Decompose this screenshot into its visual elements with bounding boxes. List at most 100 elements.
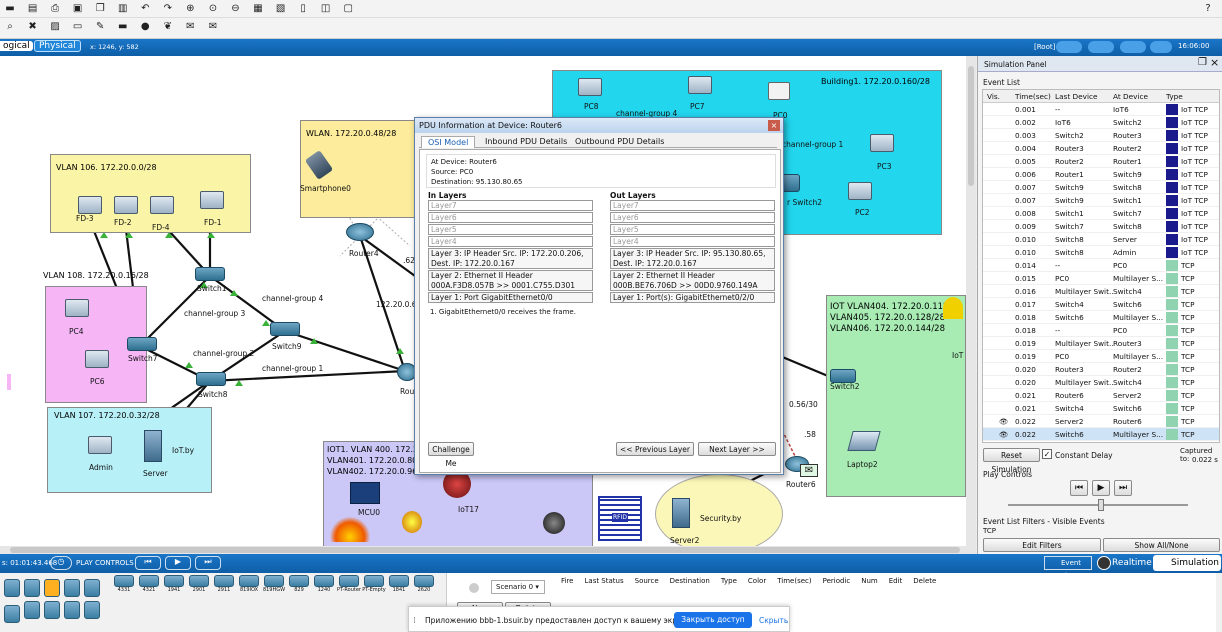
pc7-icon[interactable]: [688, 76, 712, 94]
camera-icon[interactable]: [543, 512, 565, 534]
logical-tab[interactable]: ogical: [0, 41, 33, 51]
pc4-icon[interactable]: [65, 299, 89, 317]
help-icon[interactable]: ?: [1201, 3, 1215, 15]
out-layer4[interactable]: Layer4: [610, 236, 775, 247]
event-color-swatch[interactable]: [1166, 195, 1178, 206]
custom-device-icon[interactable]: ▧: [274, 3, 288, 15]
event-color-swatch[interactable]: [1166, 429, 1178, 440]
event-row[interactable]: 0.007 Switch9 Switch1 IoT TCP: [983, 194, 1219, 207]
event-row[interactable]: 0.016 Multilayer Swit...Switch4 TCP: [983, 285, 1219, 298]
event-row[interactable]: 0.020 Router3 Router2 TCP: [983, 363, 1219, 376]
switch9-icon[interactable]: [270, 322, 300, 336]
ellipse-icon[interactable]: ●: [138, 21, 152, 33]
event-row[interactable]: 0.010 Switch8 Admin IoT TCP: [983, 246, 1219, 259]
event-row[interactable]: 0.018 Switch6 Multilayer S... TCP: [983, 311, 1219, 324]
pc2-icon[interactable]: [848, 182, 872, 200]
device-model-item[interactable]: 4331: [112, 575, 136, 593]
rfid-card-icon[interactable]: RFID: [598, 496, 642, 541]
tab-outbound-pdu[interactable]: Outbound PDU Details: [571, 136, 668, 147]
event-row[interactable]: 0.010 Switch8 Server IoT TCP: [983, 233, 1219, 246]
switch1-icon[interactable]: [195, 267, 225, 281]
set-background-button[interactable]: [1120, 41, 1146, 53]
out-layer1[interactable]: Layer 1: Port(s): GigabitEthernet0/2/0: [610, 292, 775, 303]
device-model-item[interactable]: PT-Router: [337, 575, 361, 593]
event-color-swatch[interactable]: [1166, 104, 1178, 115]
simple-pdu-icon[interactable]: ✉: [183, 21, 197, 33]
event-row[interactable]: 0.003 Switch2 Router3 IoT TCP: [983, 129, 1219, 142]
complex-pdu-icon[interactable]: ✉: [206, 21, 220, 33]
event-row[interactable]: 0.007 Switch9 Switch8 IoT TCP: [983, 181, 1219, 194]
zoom-reset-icon[interactable]: ⊙: [206, 3, 220, 15]
print-icon[interactable]: ⎙: [48, 3, 62, 15]
event-color-swatch[interactable]: [1166, 130, 1178, 141]
scenario-select[interactable]: Scenario 0 ▾: [491, 580, 545, 594]
event-row[interactable]: 0.015 PC0 Multilayer S... TCP: [983, 272, 1219, 285]
bottom-forward-button[interactable]: ⏭: [195, 556, 221, 570]
switch-category-icon[interactable]: [24, 579, 40, 597]
event-color-swatch[interactable]: [1166, 338, 1178, 349]
event-row[interactable]: 0.018 -- PC0 TCP: [983, 324, 1219, 337]
event-list-toggle[interactable]: Event List: [1044, 556, 1092, 580]
device-model-item[interactable]: 1841: [387, 575, 411, 593]
screenshot-icon[interactable]: ◫: [319, 3, 333, 15]
cluster-button[interactable]: [1056, 41, 1082, 53]
event-color-swatch[interactable]: [1166, 143, 1178, 154]
pc0-laptop-icon[interactable]: [768, 82, 790, 100]
next-layer-button[interactable]: Next Layer >>: [698, 442, 776, 456]
rectangle-icon[interactable]: ▬: [116, 21, 130, 33]
custom-category-icon[interactable]: [44, 601, 60, 619]
fd1-pc-icon[interactable]: [200, 191, 224, 209]
event-color-swatch[interactable]: [1166, 403, 1178, 414]
mcu0-icon[interactable]: [350, 482, 380, 504]
event-color-swatch[interactable]: [1166, 221, 1178, 232]
event-color-swatch[interactable]: [1166, 286, 1178, 297]
device-model-item[interactable]: PT-Empty: [362, 575, 386, 593]
restore-icon[interactable]: ❐: [1198, 57, 1207, 68]
event-color-swatch[interactable]: [1166, 208, 1178, 219]
event-color-swatch[interactable]: [1166, 351, 1178, 362]
admin-pc-icon[interactable]: [88, 436, 112, 454]
switch2r-icon[interactable]: [782, 174, 800, 192]
pencil-icon[interactable]: ✎: [93, 21, 107, 33]
device-model-item[interactable]: 4321: [137, 575, 161, 593]
out-layer3[interactable]: Layer 3: IP Header Src. IP: 95.130.80.65…: [610, 248, 775, 269]
connection-category-icon[interactable]: [44, 579, 60, 597]
device-model-item[interactable]: 1941: [162, 575, 186, 593]
palette-icon[interactable]: ▦: [251, 3, 265, 15]
step-forward-button[interactable]: ⏭: [1114, 480, 1132, 496]
event-color-swatch[interactable]: [1166, 156, 1178, 167]
event-row[interactable]: 0.001 -- IoT6 IoT TCP: [983, 103, 1219, 116]
bottom-play-button[interactable]: ▶: [165, 556, 191, 570]
realtime-icon[interactable]: [1097, 556, 1111, 570]
play-button[interactable]: ▶: [1092, 480, 1110, 496]
event-row[interactable]: 0.019 Multilayer Swit...Router3 TCP: [983, 337, 1219, 350]
device-model-item[interactable]: 2911: [212, 575, 236, 593]
inspect-icon[interactable]: ▨: [48, 21, 62, 33]
pc8-icon[interactable]: [578, 78, 602, 96]
copy-icon[interactable]: ❐: [93, 3, 107, 15]
event-color-swatch[interactable]: [1166, 299, 1178, 310]
event-row[interactable]: 0.021 Switch4 Switch6 TCP: [983, 402, 1219, 415]
event-row[interactable]: 👁 0.022 Server2 Router6 TCP: [983, 415, 1219, 428]
simulation-tab[interactable]: Simulation: [1153, 555, 1221, 571]
viewport-button[interactable]: [1150, 41, 1172, 53]
drag-handle-icon[interactable]: ⁞: [413, 616, 416, 626]
in-layer3[interactable]: Layer 3: IP Header Src. IP: 172.20.0.206…: [428, 248, 593, 269]
device-model-item[interactable]: 819IOX: [237, 575, 261, 593]
edit-filters-button[interactable]: Edit Filters: [983, 538, 1101, 552]
router-category-icon[interactable]: [4, 579, 20, 597]
event-row[interactable]: 0.006 Router1 Switch9 IoT TCP: [983, 168, 1219, 181]
in-layer7[interactable]: Layer7: [428, 200, 593, 211]
event-color-swatch[interactable]: [1166, 169, 1178, 180]
event-row[interactable]: 0.017 Switch4 Switch6 TCP: [983, 298, 1219, 311]
multiuser-category-icon[interactable]: [64, 601, 80, 619]
device-model-item[interactable]: 1240: [312, 575, 336, 593]
bottom-back-button[interactable]: ⏮: [135, 556, 161, 570]
wan-category-icon[interactable]: [24, 601, 40, 619]
server-icon[interactable]: [144, 430, 162, 462]
event-color-swatch[interactable]: [1166, 182, 1178, 193]
fast-forward-time-icon[interactable]: ◷: [50, 556, 72, 570]
challenge-me-button[interactable]: Challenge Me: [428, 442, 474, 468]
security-server-icon[interactable]: [672, 498, 690, 528]
event-color-swatch[interactable]: [1166, 416, 1178, 427]
